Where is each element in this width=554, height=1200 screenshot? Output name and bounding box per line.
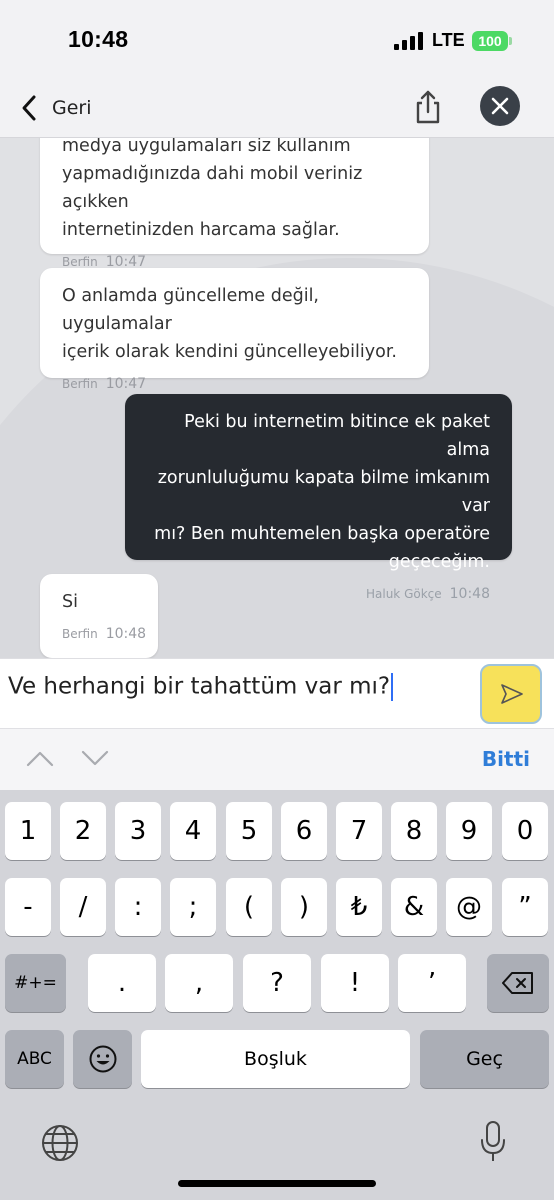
- key[interactable]: !: [321, 954, 389, 1012]
- status-bar: 10:48 LTE 100: [0, 0, 554, 78]
- share-button[interactable]: [410, 88, 446, 126]
- keyboard: 1 2 3 4 5 6 7 8 9 0 - / : ; ( ) ₺ & @ ” …: [0, 790, 554, 1200]
- message-time: 10:47: [105, 376, 147, 392]
- chevron-up-icon[interactable]: [25, 747, 55, 769]
- text-caret: [391, 673, 394, 701]
- signal-icon: [394, 32, 424, 50]
- key[interactable]: (: [226, 878, 272, 936]
- key[interactable]: 3: [115, 802, 161, 860]
- key[interactable]: 4: [170, 802, 216, 860]
- message-text: O anlamda güncelleme değil, uygulamalar …: [62, 286, 397, 362]
- composer-bar: Ve herhangi bir tahattüm var mı?: [0, 658, 554, 728]
- share-icon: [416, 90, 440, 124]
- globe-icon[interactable]: [40, 1123, 80, 1163]
- keyboard-accessory-bar: Bitti: [0, 728, 554, 790]
- key[interactable]: ;: [170, 878, 216, 936]
- nav-bar: Geri: [0, 78, 554, 138]
- emoji-icon: [89, 1045, 116, 1073]
- abc-key[interactable]: ABC: [5, 1030, 64, 1088]
- key[interactable]: 2: [60, 802, 106, 860]
- key[interactable]: .: [88, 954, 156, 1012]
- key[interactable]: ”: [502, 878, 548, 936]
- backspace-icon: [502, 972, 533, 994]
- message-time: 10:48: [105, 626, 147, 642]
- microphone-icon[interactable]: [478, 1120, 508, 1164]
- message-time: 10:48: [449, 586, 490, 602]
- key[interactable]: ’: [398, 954, 466, 1012]
- done-button[interactable]: Bitti: [482, 747, 530, 771]
- key[interactable]: ?: [243, 954, 311, 1012]
- message-text: Si: [62, 592, 78, 612]
- chevron-left-icon: [22, 95, 36, 121]
- battery-tip: [509, 37, 512, 45]
- message-meta: Berfin 10:47: [62, 376, 407, 392]
- delete-key[interactable]: [487, 954, 549, 1012]
- message-bubble-incoming: medya uygulamaları siz kullanım yapmadığ…: [40, 138, 429, 270]
- key[interactable]: ₺: [336, 878, 382, 936]
- key[interactable]: 7: [336, 802, 382, 860]
- message-meta: Haluk Gökçe 10:48: [147, 586, 490, 602]
- key[interactable]: /: [60, 878, 106, 936]
- chat-area[interactable]: medya uygulamaları siz kullanım yapmadığ…: [0, 138, 554, 658]
- message-text: Peki bu internetim bitince ek paket alma…: [154, 412, 490, 572]
- network-type: LTE: [432, 30, 465, 50]
- send-icon: [501, 684, 523, 704]
- message-bubble-outgoing: Peki bu internetim bitince ek paket alma…: [125, 394, 512, 602]
- back-button[interactable]: Geri: [18, 90, 92, 126]
- message-meta: Berfin 10:48: [62, 626, 146, 642]
- key[interactable]: 8: [391, 802, 437, 860]
- send-button[interactable]: [480, 664, 542, 724]
- key[interactable]: :: [115, 878, 161, 936]
- close-icon: [491, 97, 509, 115]
- key[interactable]: 5: [226, 802, 272, 860]
- message-sender: Haluk Gökçe: [365, 587, 442, 601]
- key[interactable]: 0: [502, 802, 548, 860]
- key[interactable]: ): [281, 878, 327, 936]
- message-input[interactable]: Ve herhangi bir tahattüm var mı?: [8, 673, 394, 701]
- back-label: Geri: [52, 97, 92, 119]
- status-time: 10:48: [68, 26, 129, 52]
- key[interactable]: 9: [446, 802, 492, 860]
- key[interactable]: @: [446, 878, 492, 936]
- message-sender: Berfin: [62, 627, 98, 641]
- close-button[interactable]: [480, 86, 520, 126]
- chevron-down-icon[interactable]: [80, 747, 110, 769]
- key[interactable]: &: [391, 878, 437, 936]
- return-key[interactable]: Geç: [420, 1030, 549, 1088]
- key[interactable]: -: [5, 878, 51, 936]
- key[interactable]: 6: [281, 802, 327, 860]
- message-bubble-incoming: O anlamda güncelleme değil, uygulamalar …: [40, 268, 429, 392]
- key[interactable]: 1: [5, 802, 51, 860]
- battery-icon: 100: [472, 31, 508, 51]
- message-sender: Berfin: [62, 255, 98, 269]
- home-indicator[interactable]: [178, 1180, 376, 1187]
- space-key[interactable]: Boşluk: [141, 1030, 410, 1088]
- message-sender: Berfin: [62, 377, 98, 391]
- symbols-toggle-key[interactable]: #+=: [5, 954, 66, 1012]
- emoji-key[interactable]: [73, 1030, 132, 1088]
- message-bubble-incoming: Si Berfin 10:48: [40, 574, 158, 658]
- message-text: medya uygulamaları siz kullanım yapmadığ…: [62, 138, 363, 240]
- key[interactable]: ,: [165, 954, 233, 1012]
- message-input-value: Ve herhangi bir tahattüm var mı?: [8, 673, 391, 700]
